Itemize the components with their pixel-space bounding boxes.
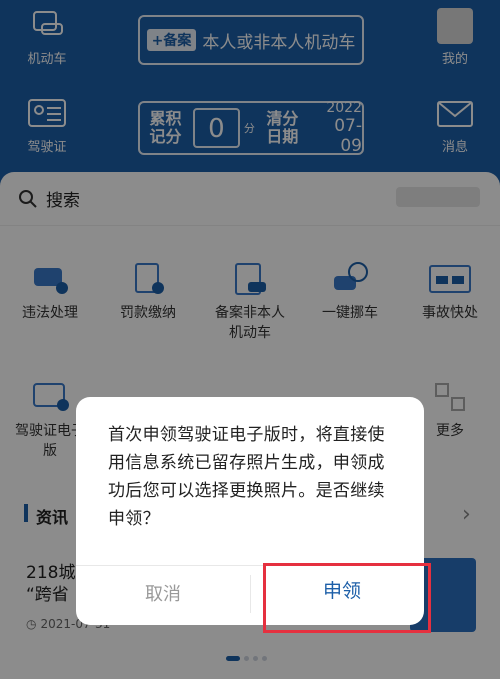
dialog-button-separator [250, 575, 251, 613]
dialog-message: 首次申领驾驶证电子版时，将直接使用信息系统已留存照片生成，申领成功后您可以选择更… [108, 425, 385, 529]
cancel-button[interactable]: 取消 [76, 567, 250, 623]
highlight-box [263, 563, 431, 633]
